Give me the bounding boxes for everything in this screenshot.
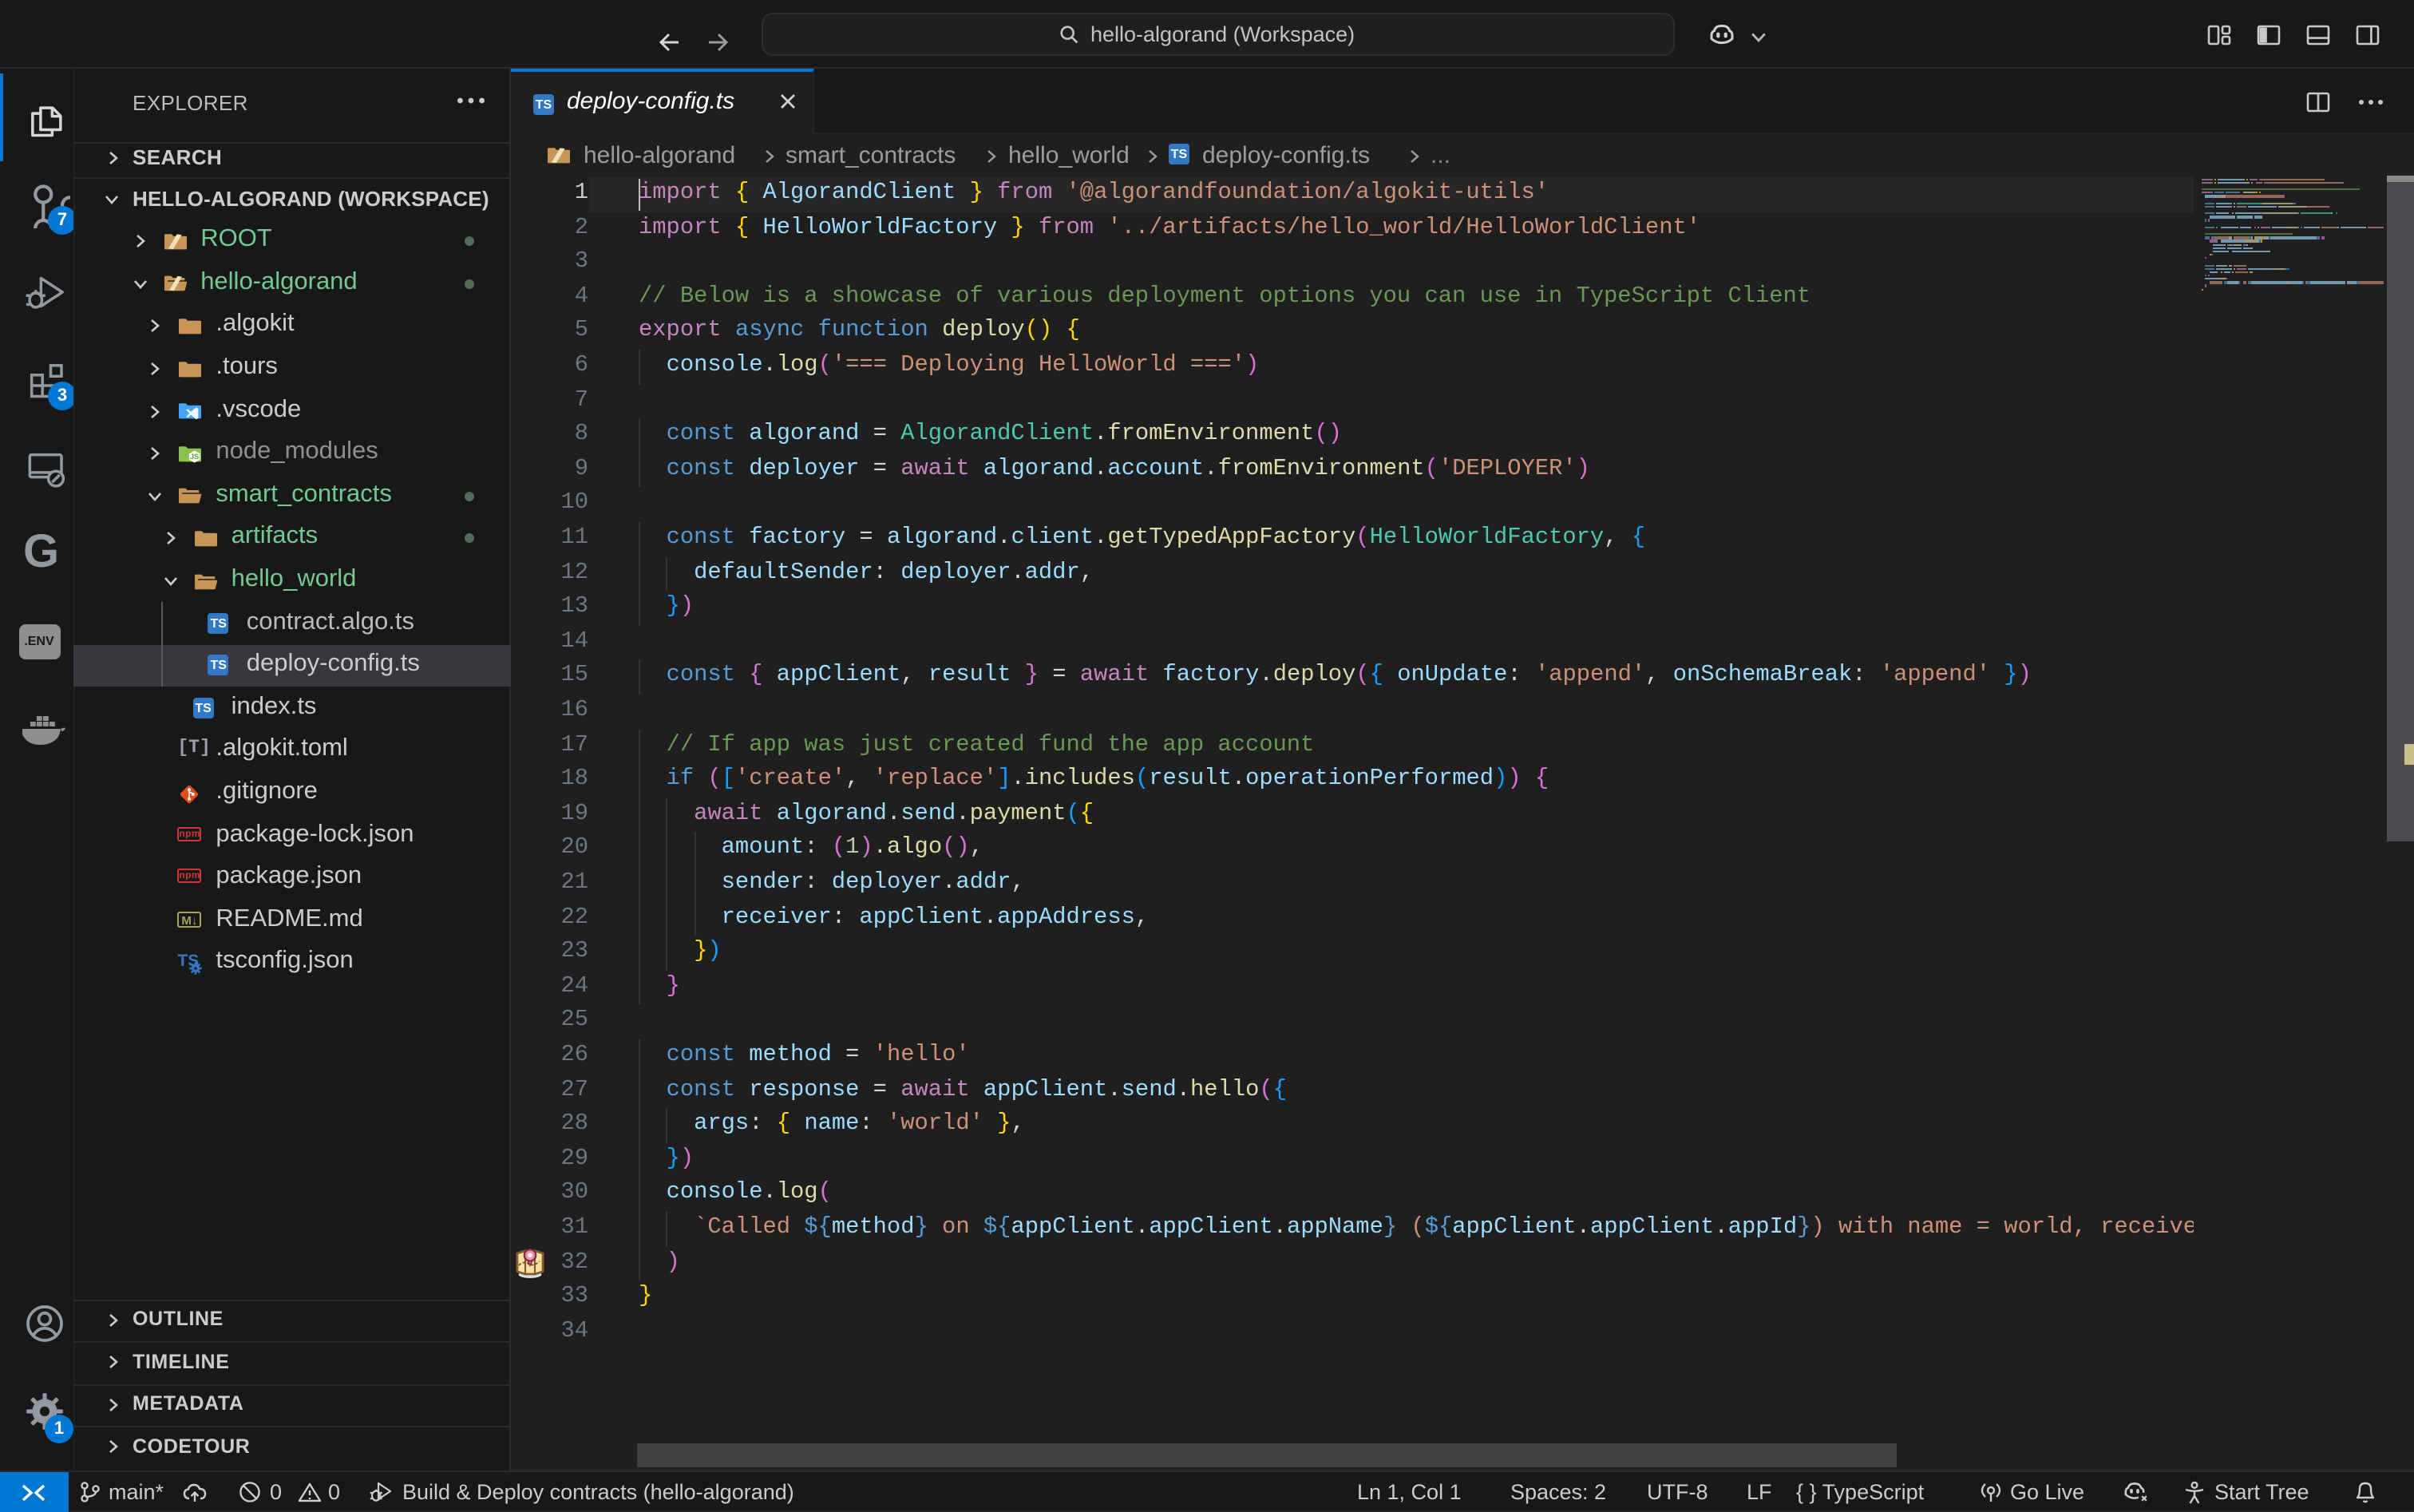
svg-text:JS: JS bbox=[190, 453, 199, 461]
